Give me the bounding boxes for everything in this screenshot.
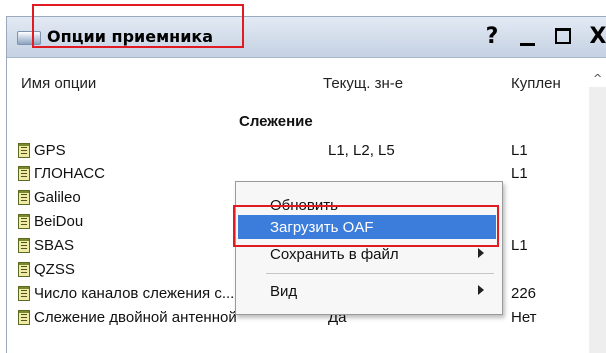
option-bought: 226 [511, 285, 537, 302]
option-icon [18, 190, 30, 205]
option-icon [18, 262, 30, 277]
option-icon [18, 166, 30, 181]
menu-item-view[interactable]: Вид [238, 279, 496, 303]
help-button[interactable]: ? [477, 24, 507, 50]
highlight-box-title [32, 4, 244, 48]
option-name: QZSS [34, 261, 75, 278]
minimize-icon [520, 43, 535, 46]
table-row[interactable]: GPS L1, L2, L5 L1 [18, 141, 588, 163]
option-icon [18, 143, 30, 158]
option-bought: Нет [511, 309, 537, 326]
option-icon [18, 286, 30, 301]
option-name: SBAS [34, 237, 75, 254]
option-icon [18, 214, 30, 229]
maximize-button[interactable] [549, 24, 579, 50]
highlight-box-menu-item [233, 205, 499, 247]
close-button[interactable]: X [583, 24, 606, 50]
menu-separator [266, 273, 494, 274]
submenu-arrow-icon [478, 248, 484, 258]
option-icon [18, 238, 30, 253]
option-name: BeiDou [34, 213, 84, 230]
scroll-up-arrow-icon[interactable]: ^ [593, 72, 602, 85]
menu-item-label: Сохранить в файл [270, 246, 399, 263]
option-value: L1, L2, L5 [328, 142, 395, 159]
option-name: GPS [34, 142, 66, 159]
vertical-scrollbar[interactable] [589, 87, 606, 353]
option-bought: L1 [511, 165, 528, 182]
option-icon [18, 310, 30, 325]
submenu-arrow-icon [478, 285, 484, 295]
option-bought: L1 [511, 237, 528, 254]
minimize-button[interactable] [513, 24, 543, 50]
option-name: ГЛОНАСС [34, 165, 105, 182]
column-header-value[interactable]: Текущ. зн-е [323, 75, 403, 92]
column-header: Имя опции Текущ. зн-е Куплен [7, 58, 606, 102]
column-header-name[interactable]: Имя опции [21, 75, 96, 92]
maximize-icon [555, 28, 571, 44]
option-bought: L1 [511, 142, 528, 159]
menu-item-label: Вид [270, 283, 298, 300]
option-name: Число каналов слежения с... [34, 285, 235, 302]
column-header-bought[interactable]: Куплен [511, 75, 561, 92]
context-menu: Обновить Загрузить OAF Сохранить в файл … [235, 181, 503, 315]
option-name: Galileo [34, 189, 81, 206]
receiver-options-window: Опции приемника ? X Имя опции Текущ. зн-… [6, 16, 606, 353]
section-header: Слежение [239, 113, 313, 130]
option-name: Слежение двойной антенной [34, 309, 237, 326]
